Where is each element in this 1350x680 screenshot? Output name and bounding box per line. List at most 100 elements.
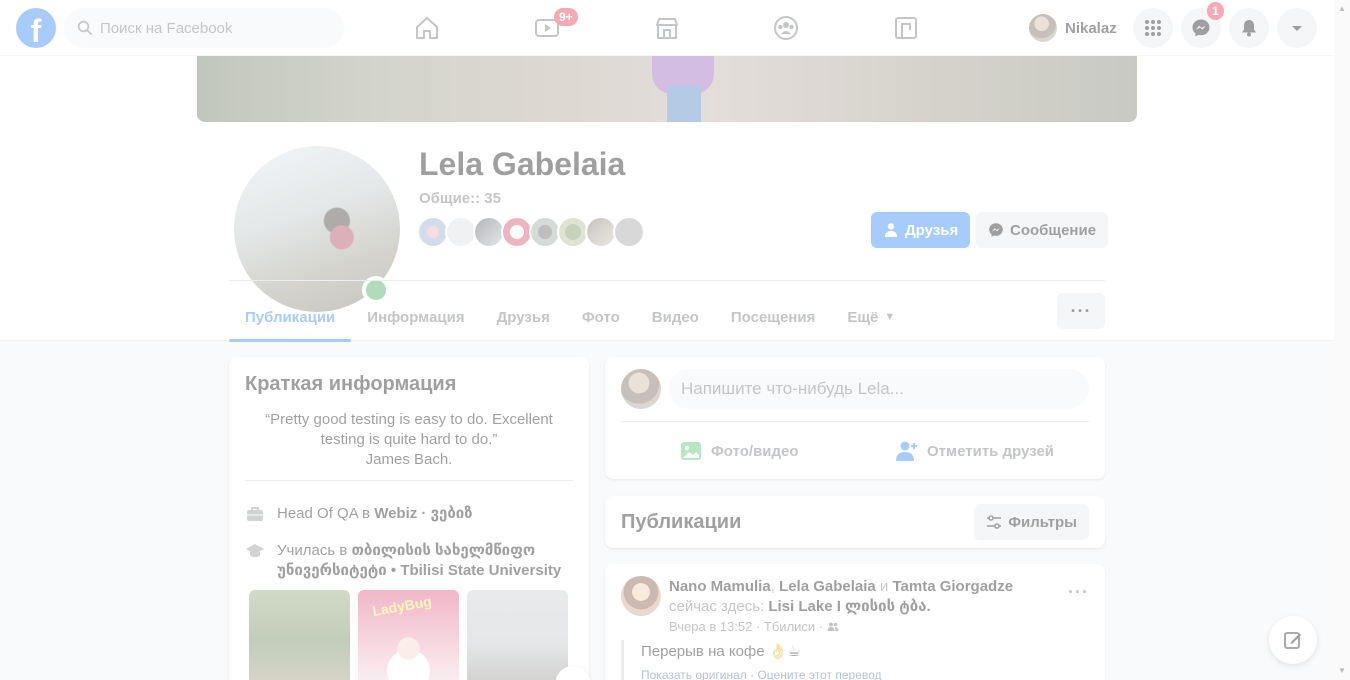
home-icon <box>416 17 438 39</box>
caret-down-icon: ▼ <box>884 311 896 323</box>
watch-badge: 9+ <box>554 8 578 26</box>
scroll-down-icon[interactable]: ▼ <box>1338 666 1346 675</box>
author-link[interactable]: Nano Mamulia <box>669 578 771 595</box>
messenger-small-icon <box>989 223 1003 237</box>
divider <box>229 280 1105 281</box>
avatar <box>1029 14 1057 42</box>
menu-button[interactable] <box>1133 8 1173 48</box>
work-prefix: Head Of QA в <box>277 505 371 522</box>
compose-icon <box>1284 632 1301 649</box>
tab-check-ins[interactable]: Посещения <box>715 292 831 342</box>
separator: , <box>770 578 775 595</box>
tab-about[interactable]: Информация <box>351 292 480 342</box>
friends-button-label: Друзья <box>905 221 959 239</box>
caret-down-icon <box>1292 26 1302 31</box>
filters-label: Фильтры <box>1008 513 1077 531</box>
gaming-tab[interactable] <box>851 4 961 52</box>
photo-video-button[interactable]: Фото/видео <box>679 433 799 469</box>
messenger-button[interactable]: 1 <box>1181 2 1224 48</box>
post-options-button[interactable]: ··· <box>1068 582 1089 603</box>
photo-video-label: Фото/видео <box>711 442 799 460</box>
composer-input[interactable]: Напишите что-нибудь Lela... <box>669 369 1089 409</box>
filter-icon <box>987 515 1002 529</box>
message-button[interactable]: Сообщение <box>976 212 1109 248</box>
posts-title: Публикации <box>621 511 742 533</box>
friends-button[interactable]: Друзья <box>871 212 971 248</box>
tag-friend-icon <box>896 441 917 461</box>
bio-line: “Pretty good testing is easy to do. Exce… <box>265 411 553 428</box>
scroll-up-icon[interactable]: ▲ <box>1338 4 1346 13</box>
translation-links[interactable]: Показать оригинал · Оцените этот перевод <box>641 668 1089 680</box>
education-link-line2[interactable]: უნივერსიტეტი • Tbilisi State University <box>277 562 561 579</box>
profile-name: Lela Gabelaia <box>419 146 626 182</box>
scrollbar[interactable]: ▲ ▼ <box>1334 0 1350 680</box>
friends-audience-icon[interactable] <box>827 621 839 633</box>
gaming-icon <box>895 17 917 39</box>
author-link[interactable]: Tamta Giorgadze <box>892 578 1013 595</box>
education-prefix: Училась в <box>277 542 348 559</box>
featured-photo[interactable] <box>467 590 568 680</box>
author-link[interactable]: Lela Gabelaia <box>779 578 876 595</box>
check-in-text: сейчас здесь: <box>669 598 765 615</box>
tab-more[interactable]: Ещё ▼ <box>831 292 911 342</box>
intro-title: Краткая информация <box>245 373 457 395</box>
search-box[interactable] <box>64 8 344 48</box>
messenger-icon <box>1192 19 1210 37</box>
photo-icon <box>681 442 701 460</box>
briefcase-icon <box>247 507 263 521</box>
tab-posts[interactable]: Публикации <box>229 292 352 342</box>
intro-card: Краткая информация “Pretty good testing … <box>229 357 589 680</box>
groups-icon <box>774 16 798 40</box>
post-timestamp[interactable]: Вчера в 13:52 · Тбилиси · <box>669 619 823 634</box>
cover-figure-legs <box>667 86 701 122</box>
place-link[interactable]: Lisi Lake I ლისის ტბა. <box>768 598 930 615</box>
post-composer: Напишите что-нибудь Lela... Фото/видео О… <box>605 357 1105 479</box>
search-icon <box>77 20 92 35</box>
education-info: Училась в თბილისის სახელმწიფო უნივერსიტეტ… <box>245 541 561 581</box>
watch-tab[interactable]: 9+ <box>492 4 602 52</box>
mutual-friends-avatars <box>417 216 645 248</box>
bio-line: James Bach. <box>365 451 453 468</box>
marketplace-tab[interactable] <box>612 4 722 52</box>
bell-icon <box>1242 20 1256 37</box>
education-link[interactable]: თბილისის სახელმწიფო <box>351 542 535 559</box>
notifications-button[interactable] <box>1229 8 1269 48</box>
messenger-badge: 1 <box>1207 2 1224 20</box>
friend-avatar[interactable] <box>613 216 645 248</box>
work-company-link[interactable]: Webiz · ვებიზ <box>374 505 472 522</box>
divider <box>621 421 1089 422</box>
tab-more-label: Ещё <box>847 308 879 326</box>
profile-more-button[interactable]: ··· <box>1057 293 1105 329</box>
message-button-label: Сообщение <box>1010 221 1097 239</box>
tag-friends-button[interactable]: Отметить друзей <box>895 433 1054 469</box>
mutual-friends-count[interactable]: Общие:: 35 <box>419 190 501 207</box>
divider <box>245 480 573 481</box>
filters-button[interactable]: Фильтры <box>974 504 1089 540</box>
featured-photo[interactable]: LadyBug <box>358 590 459 680</box>
groups-tab[interactable] <box>731 4 841 52</box>
tab-friends[interactable]: Друзья <box>481 292 566 342</box>
profile-tabs: Публикации Информация Друзья Фото Видео … <box>229 292 911 342</box>
featured-photos: LadyBug <box>249 590 568 680</box>
tab-videos[interactable]: Видео <box>636 292 715 342</box>
tab-photos[interactable]: Фото <box>566 292 636 342</box>
featured-photo[interactable] <box>249 590 350 680</box>
avatar[interactable] <box>621 369 661 409</box>
cover-photo[interactable] <box>197 56 1137 122</box>
new-message-button[interactable] <box>1269 616 1317 664</box>
graduation-cap-icon <box>246 544 264 557</box>
facebook-logo-icon[interactable]: f <box>16 8 56 48</box>
work-info: Head Of QA в Webiz · ვებიზ <box>245 504 473 524</box>
post-meta: Вчера в 13:52 · Тбилиси · <box>669 619 839 634</box>
account-button[interactable] <box>1277 8 1317 48</box>
feed-post: Nano Mamulia, Lela Gabelaia и Tamta Gior… <box>605 564 1105 680</box>
avatar[interactable] <box>621 576 661 616</box>
tag-friends-label: Отметить друзей <box>927 442 1055 460</box>
featured-photo-text: LadyBug <box>371 592 433 620</box>
post-content: Перерыв на кофе 👌☕ Показать оригинал · О… <box>621 640 1089 680</box>
bio-line: testing is quite hard to do.” <box>320 431 498 448</box>
top-navigation-bar: f 9+ Nikalaz 1 <box>0 0 1334 56</box>
search-input[interactable] <box>100 8 336 48</box>
profile-shortcut[interactable]: Nikalaz <box>1025 10 1125 46</box>
home-tab[interactable] <box>372 4 482 52</box>
